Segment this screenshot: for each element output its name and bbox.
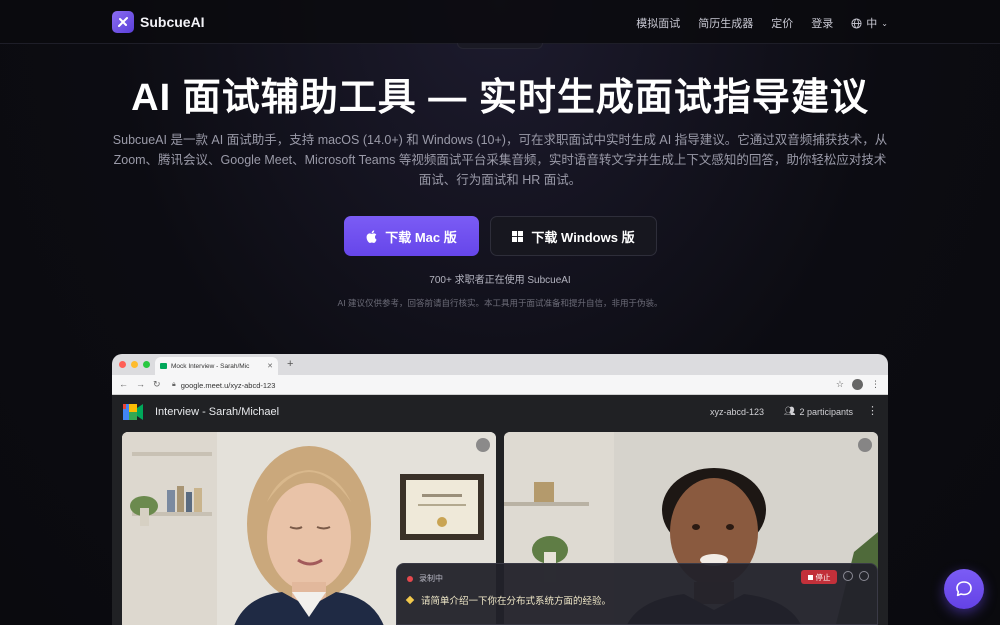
brand-name: SubcueAI	[140, 14, 205, 30]
chat-button[interactable]	[944, 569, 984, 609]
close-icon: ✕	[267, 363, 273, 370]
windows-icon	[512, 230, 524, 242]
download-mac-button[interactable]: 下载 Mac 版	[344, 216, 479, 256]
nav-link-mock-interview[interactable]: 模拟面试	[636, 15, 680, 31]
language-selector[interactable]: 中 ⌄	[851, 15, 888, 31]
profile-avatar	[852, 379, 863, 390]
recording-status: 录制中	[407, 573, 443, 584]
participants-indicator: 👥︎ 2 participants	[784, 406, 853, 417]
meet-code: xyz-abcd-123	[710, 407, 765, 417]
meet-title: Interview - Sarah/Michael	[155, 406, 280, 418]
browser-toolbar-right: ☆ ⋮	[836, 379, 880, 390]
nav-links: 模拟面试 简历生成器 定价 登录 中 ⌄	[618, 15, 888, 31]
reload-icon: ↻	[153, 379, 161, 389]
chat-bubble-icon	[956, 581, 972, 597]
apple-icon	[366, 229, 377, 243]
recording-panel-icons	[843, 571, 869, 581]
brand-logo[interactable]: SubcueAI	[112, 11, 205, 33]
browser-tabbar: Mock Interview - Sarah/Mic ✕ +	[112, 354, 888, 375]
globe-icon	[851, 17, 862, 29]
participants-label: 2 participants	[799, 406, 853, 417]
stop-label: 停止	[815, 572, 831, 582]
browser-tab-title: Mock Interview - Sarah/Mic	[171, 362, 250, 370]
brand-logo-icon	[112, 11, 134, 33]
new-tab-icon: +	[287, 358, 294, 370]
detected-question: 请简单介绍一下你在分布式系统方面的经验。	[405, 593, 612, 607]
user-count: 700+ 求职者正在使用 SubcueAI	[429, 275, 571, 286]
browser-nav-buttons: ← → ↻	[119, 379, 161, 390]
address-bar: 🔒︎ google.meet.u/xyz-abcd-123	[172, 378, 847, 392]
google-meet-icon	[123, 404, 143, 420]
nav-decoration	[457, 43, 543, 49]
hero-title: AI 面试辅助工具 — 实时生成面试指导建议	[131, 77, 869, 119]
pin-icon[interactable]	[476, 438, 490, 452]
back-icon: ←	[119, 379, 128, 389]
people-icon: 👥︎	[784, 406, 796, 416]
forward-icon: →	[136, 379, 145, 389]
nav-link-login[interactable]: 登录	[811, 15, 833, 31]
maximize-dot	[143, 361, 150, 368]
stop-button[interactable]: 停止	[801, 570, 837, 584]
question-marker-icon	[405, 595, 415, 605]
nav-link-pricing[interactable]: 定价	[771, 15, 793, 31]
recording-status-label: 录制中	[419, 574, 443, 583]
settings-icon[interactable]	[843, 571, 853, 581]
browser-urlbar: ← → ↻ 🔒︎ google.meet.u/xyz-abcd-123 ☆ ⋮	[112, 375, 888, 395]
close-dot	[119, 361, 126, 368]
pin-icon[interactable]	[858, 438, 872, 452]
url-text: google.meet.u/xyz-abcd-123	[180, 380, 276, 390]
download-windows-label: 下载 Windows 版	[531, 229, 635, 245]
window-controls	[119, 361, 150, 368]
star-icon: ☆	[835, 379, 844, 389]
lock-icon: 🔒︎	[172, 381, 176, 388]
more-vert-icon: ⋮	[871, 379, 880, 389]
question-text: 请简单介绍一下你在分布式系统方面的经验。	[421, 596, 612, 607]
disclaimer: AI 建议仅供参考，回答前请自行核实。本工具用于面试准备和提升自信，非用于伪装。	[337, 298, 663, 308]
language-label: 中	[866, 18, 878, 30]
top-nav: SubcueAI 模拟面试 简历生成器 定价 登录 中 ⌄	[0, 0, 1000, 44]
more-vert-icon: ⋮	[867, 405, 878, 417]
meet-favicon-icon	[160, 363, 167, 369]
recording-dot-icon	[407, 575, 413, 582]
recording-panel: 录制中 停止 请简单介绍一下你在分布式系统方面的经验。	[396, 563, 878, 625]
hero-description: SubcueAI 是一款 AI 面试助手，支持 macOS (14.0+) 和 …	[112, 133, 888, 187]
chevron-down-icon: ⌄	[881, 18, 888, 28]
nav-link-resume-builder[interactable]: 简历生成器	[698, 15, 753, 31]
close-icon[interactable]	[859, 571, 869, 581]
stop-square-icon	[807, 574, 813, 580]
download-windows-button[interactable]: 下载 Windows 版	[490, 216, 657, 256]
download-mac-label: 下载 Mac 版	[385, 229, 457, 245]
meet-header: Interview - Sarah/Michael xyz-abcd-123 👥…	[112, 395, 888, 430]
minimize-dot	[131, 361, 138, 368]
browser-tab: Mock Interview - Sarah/Mic ✕	[155, 357, 278, 375]
